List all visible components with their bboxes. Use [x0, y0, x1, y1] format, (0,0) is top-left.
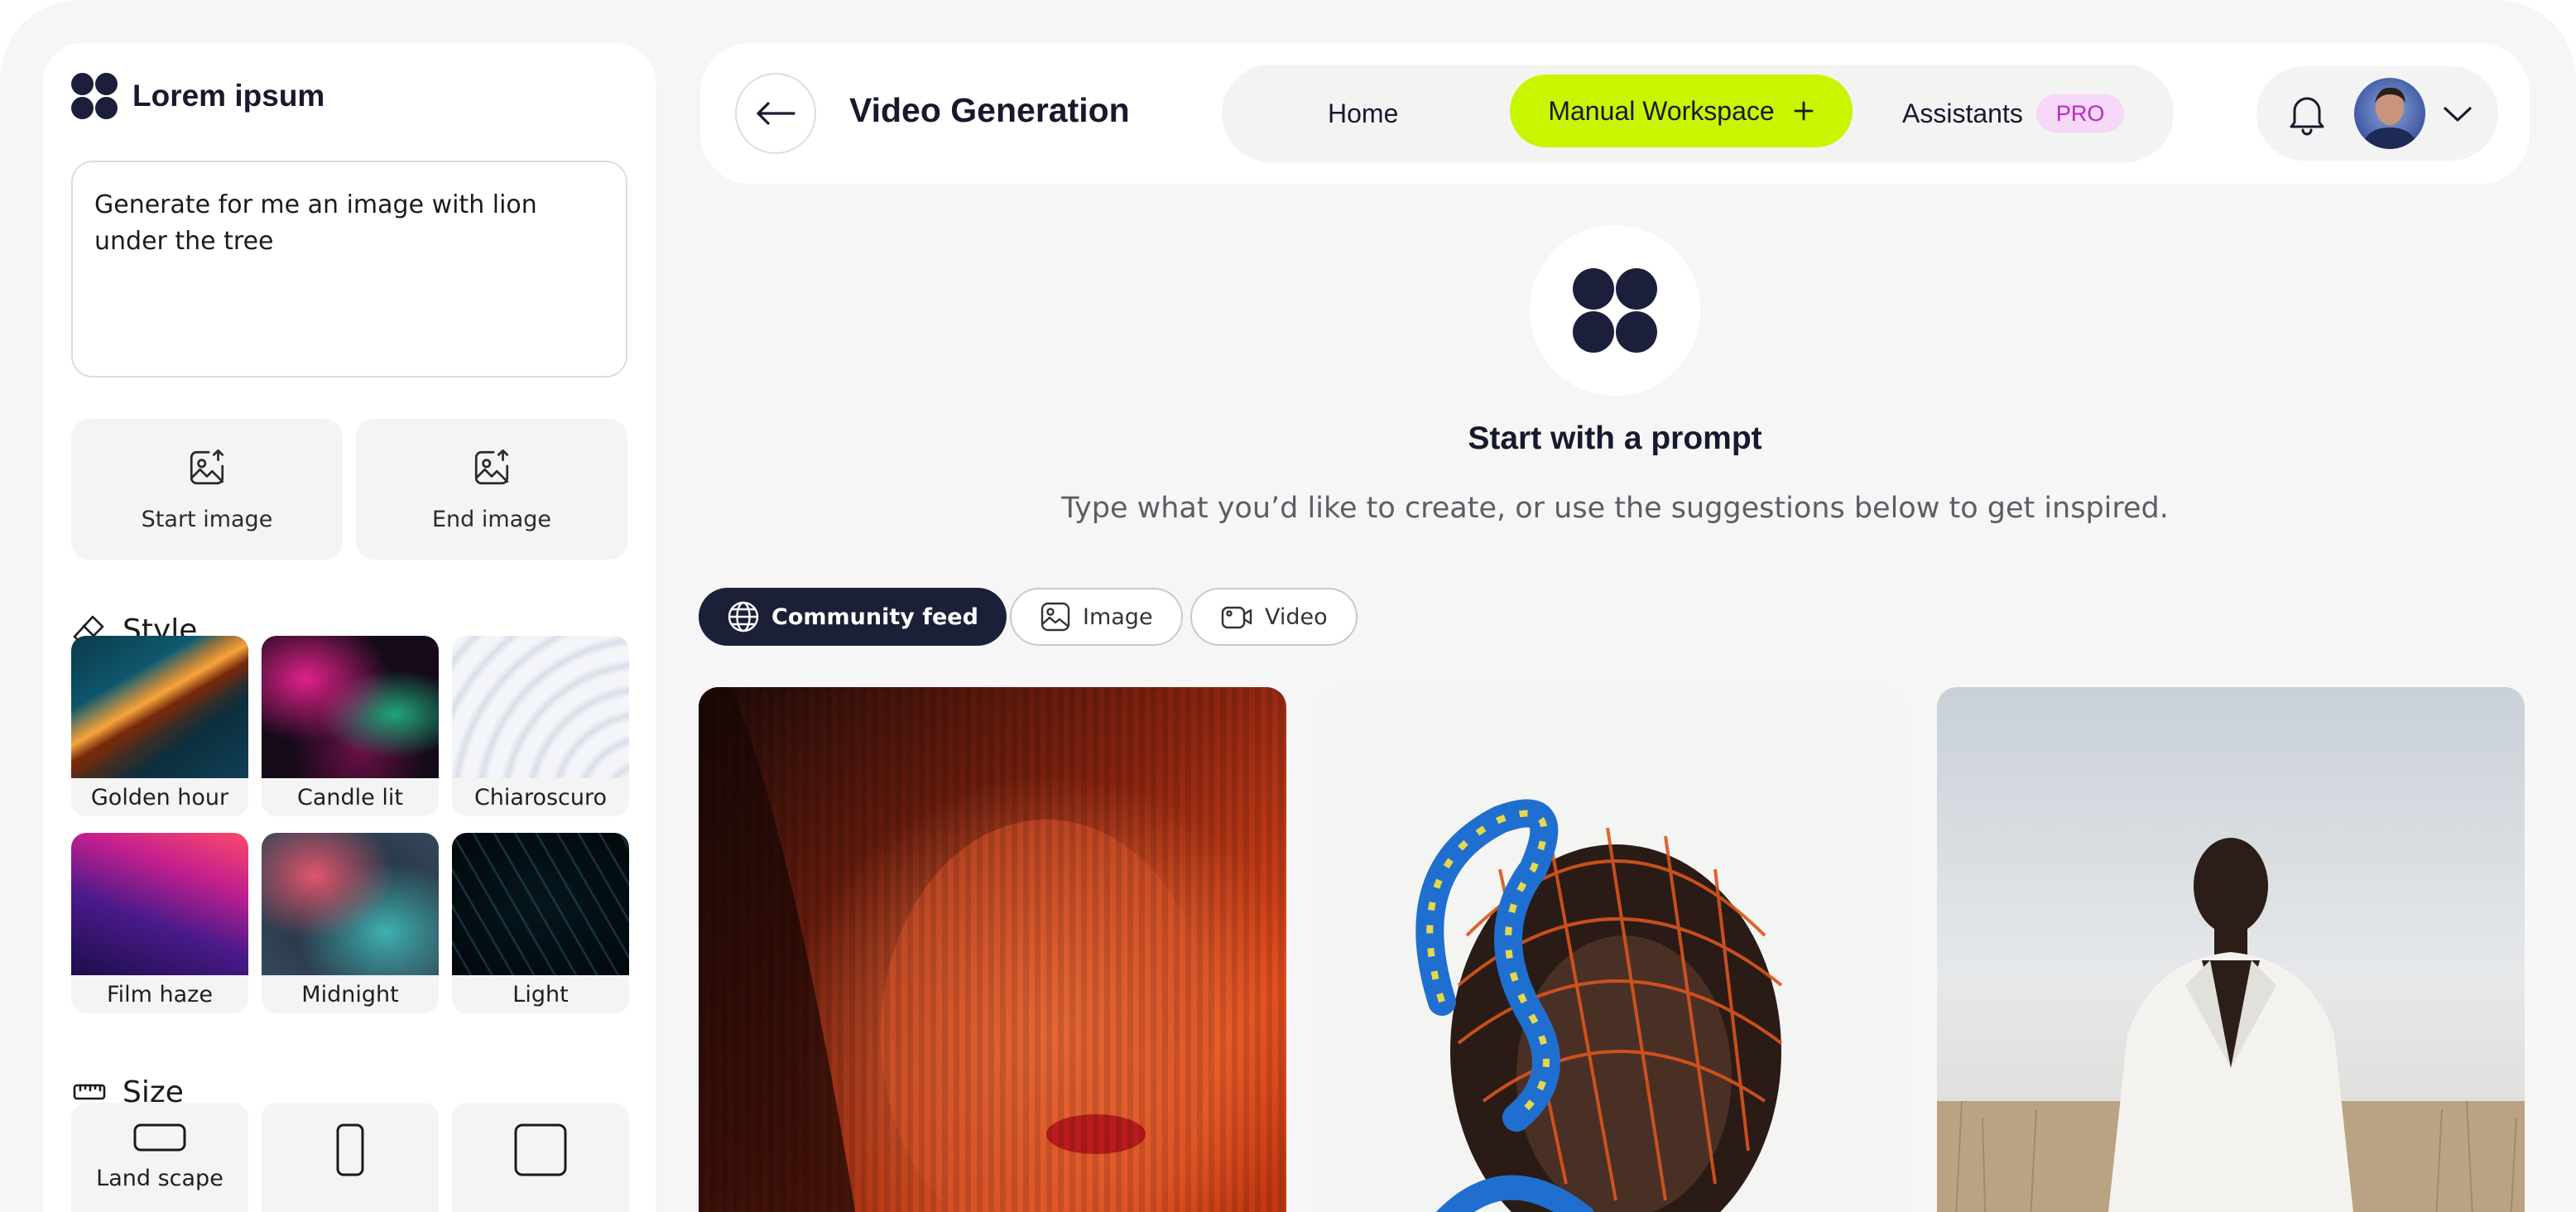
start-image-label: Start image — [141, 506, 273, 532]
video-camera-icon — [1221, 606, 1252, 629]
feed-card-red-portrait[interactable] — [699, 687, 1286, 1212]
top-header: Video Generation Home Manual Workspace A… — [700, 43, 2530, 184]
user-photo-icon — [2361, 87, 2419, 149]
back-button[interactable] — [735, 73, 816, 154]
filter-image[interactable]: Image — [1010, 588, 1183, 646]
main-nav: Home Manual Workspace Assistants PRO — [1222, 65, 2174, 162]
bell-icon[interactable] — [2286, 93, 2328, 136]
nav-assistants[interactable]: Assistants PRO — [1902, 65, 2125, 162]
hero-subtitle: Type what you’d like to create, or use t… — [1061, 492, 2169, 525]
style-thumbnail — [262, 636, 439, 778]
style-card-chiaroscuro[interactable]: Chiaroscuro — [452, 636, 629, 816]
style-label: Golden hour — [90, 784, 229, 810]
image-upload-icon — [474, 449, 509, 484]
size-option-landscape[interactable]: Land scape — [71, 1103, 248, 1212]
image-upload-icon — [190, 449, 224, 484]
style-card-light[interactable]: Light — [452, 833, 629, 1013]
style-card-candle-lit[interactable]: Candle lit — [262, 636, 439, 816]
pro-badge: PRO — [2035, 94, 2125, 132]
filter-label: Image — [1083, 604, 1153, 630]
sidebar: Lorem ipsum Generate for me an image wit… — [43, 43, 656, 1212]
nav-manual-workspace[interactable]: Manual Workspace — [1510, 75, 1853, 147]
style-label: Film haze — [107, 981, 213, 1008]
hero-title: Start with a prompt — [1468, 421, 1762, 456]
feed-image — [1937, 687, 2525, 1212]
user-menu — [2256, 66, 2498, 161]
style-label: Candle lit — [297, 784, 403, 810]
feed-card-white-suit[interactable] — [1937, 687, 2525, 1212]
style-thumbnail — [71, 833, 248, 975]
avatar[interactable] — [2354, 78, 2425, 149]
nav-manual-workspace-label: Manual Workspace — [1548, 95, 1775, 126]
plus-icon — [1794, 101, 1814, 121]
app-window: Lorem ipsum Generate for me an image wit… — [0, 0, 2576, 1212]
prompt-input[interactable]: Generate for me an image with lion under… — [71, 161, 627, 378]
filter-community-feed[interactable]: Community feed — [699, 588, 1007, 646]
brand: Lorem ipsum — [71, 70, 324, 123]
brand-title: Lorem ipsum — [132, 79, 325, 113]
portrait-icon — [336, 1123, 364, 1176]
style-thumbnail — [452, 636, 629, 778]
style-thumbnail — [71, 636, 248, 778]
end-image-button[interactable]: End image — [356, 419, 627, 560]
nav-home[interactable]: Home — [1328, 65, 1398, 162]
hero-logo-icon — [1530, 225, 1700, 396]
square-icon — [514, 1123, 567, 1176]
end-image-label: End image — [432, 506, 551, 532]
arrow-left-icon — [757, 102, 795, 125]
feed-card-snake-portrait[interactable] — [1318, 687, 1906, 1212]
image-icon — [1040, 602, 1070, 632]
chevron-down-icon[interactable] — [2442, 104, 2473, 124]
size-option-square[interactable] — [452, 1103, 629, 1212]
style-card-golden-hour[interactable]: Golden hour — [71, 636, 248, 816]
nav-assistants-label: Assistants — [1902, 98, 2023, 128]
style-label: Light — [512, 981, 569, 1008]
feed-image — [1318, 687, 1906, 1212]
globe-icon — [728, 601, 759, 632]
filter-label: Community feed — [771, 604, 978, 630]
style-card-film-haze[interactable]: Film haze — [71, 833, 248, 1013]
start-image-button[interactable]: Start image — [71, 419, 343, 560]
filter-video[interactable]: Video — [1190, 588, 1358, 646]
style-label: Chiaroscuro — [473, 784, 608, 810]
style-thumbnail — [452, 833, 629, 975]
filter-label: Video — [1265, 604, 1328, 630]
size-option-label: Land scape — [96, 1166, 223, 1191]
brand-logo-icon — [71, 73, 118, 119]
style-label: Midnight — [301, 981, 399, 1008]
style-thumbnail — [262, 833, 439, 975]
size-option-portrait[interactable] — [262, 1103, 439, 1212]
style-card-midnight[interactable]: Midnight — [262, 833, 439, 1013]
landscape-icon — [133, 1123, 186, 1152]
feed-image — [699, 687, 1286, 1212]
page-title: Video Generation — [849, 91, 1130, 129]
